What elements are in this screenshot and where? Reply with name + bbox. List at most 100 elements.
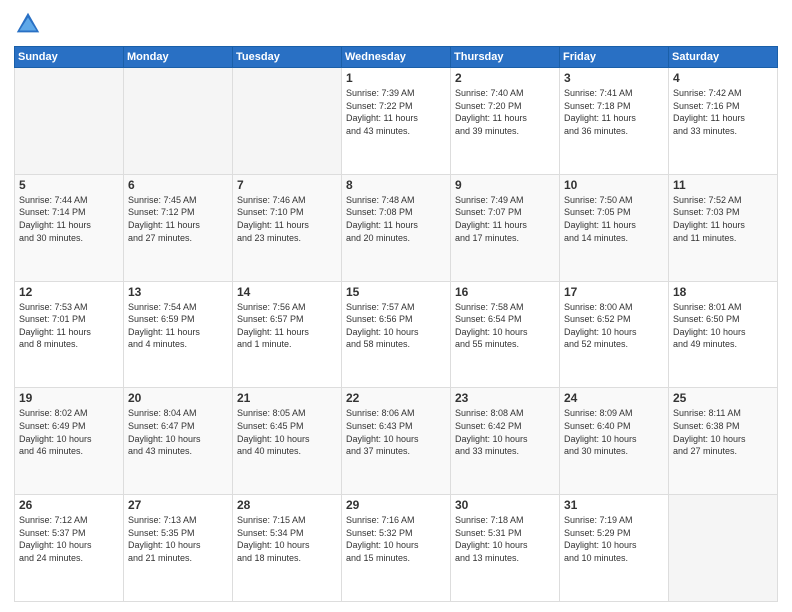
calendar-day-cell: 11 Sunrise: 7:52 AM Sunset: 7:03 PM Dayli…	[669, 174, 778, 281]
day-number: 27	[128, 498, 228, 512]
day-number: 31	[564, 498, 664, 512]
calendar-day-cell	[233, 68, 342, 175]
calendar-day-cell: 30 Sunrise: 7:18 AM Sunset: 5:31 PM Dayli…	[451, 495, 560, 602]
calendar-day-cell: 23Sunrise: 8:08 AM Sunset: 6:42 PM Dayli…	[451, 388, 560, 495]
day-number: 29	[346, 498, 446, 512]
day-info: Sunrise: 7:52 AM Sunset: 7:03 PM Dayligh…	[673, 194, 773, 244]
day-number: 21	[237, 391, 337, 405]
calendar-day-cell: 12 Sunrise: 7:53 AM Sunset: 7:01 PM Dayli…	[15, 281, 124, 388]
calendar-day-cell: 9 Sunrise: 7:49 AM Sunset: 7:07 PM Daylig…	[451, 174, 560, 281]
day-number: 25	[673, 391, 773, 405]
day-info: Sunrise: 7:58 AM Sunset: 6:54 PM Dayligh…	[455, 301, 555, 351]
day-number: 28	[237, 498, 337, 512]
calendar-day-cell: 6 Sunrise: 7:45 AM Sunset: 7:12 PM Daylig…	[124, 174, 233, 281]
day-number: 17	[564, 285, 664, 299]
calendar-day-cell: 15 Sunrise: 7:57 AM Sunset: 6:56 PM Dayli…	[342, 281, 451, 388]
day-info: Sunrise: 7:45 AM Sunset: 7:12 PM Dayligh…	[128, 194, 228, 244]
day-number: 13	[128, 285, 228, 299]
calendar-day-cell: 1 Sunrise: 7:39 AM Sunset: 7:22 PM Daylig…	[342, 68, 451, 175]
day-info: Sunrise: 7:16 AM Sunset: 5:32 PM Dayligh…	[346, 514, 446, 564]
calendar-day-cell	[15, 68, 124, 175]
day-number: 11	[673, 178, 773, 192]
calendar-day-cell: 29 Sunrise: 7:16 AM Sunset: 5:32 PM Dayli…	[342, 495, 451, 602]
calendar-day-cell: 14Sunrise: 7:56 AM Sunset: 6:57 PM Dayli…	[233, 281, 342, 388]
day-number: 30	[455, 498, 555, 512]
calendar-week-row: 5 Sunrise: 7:44 AM Sunset: 7:14 PM Daylig…	[15, 174, 778, 281]
day-number: 8	[346, 178, 446, 192]
day-number: 24	[564, 391, 664, 405]
day-info: Sunrise: 7:42 AM Sunset: 7:16 PM Dayligh…	[673, 87, 773, 137]
day-info: Sunrise: 7:53 AM Sunset: 7:01 PM Dayligh…	[19, 301, 119, 351]
day-info: Sunrise: 7:54 AM Sunset: 6:59 PM Dayligh…	[128, 301, 228, 351]
day-info: Sunrise: 8:02 AM Sunset: 6:49 PM Dayligh…	[19, 407, 119, 457]
calendar-day-cell: 10Sunrise: 7:50 AM Sunset: 7:05 PM Dayli…	[560, 174, 669, 281]
day-info: Sunrise: 8:08 AM Sunset: 6:42 PM Dayligh…	[455, 407, 555, 457]
day-number: 20	[128, 391, 228, 405]
day-info: Sunrise: 8:00 AM Sunset: 6:52 PM Dayligh…	[564, 301, 664, 351]
calendar-day-cell: 21 Sunrise: 8:05 AM Sunset: 6:45 PM Dayli…	[233, 388, 342, 495]
calendar-day-cell: 26 Sunrise: 7:12 AM Sunset: 5:37 PM Dayli…	[15, 495, 124, 602]
day-info: Sunrise: 7:19 AM Sunset: 5:29 PM Dayligh…	[564, 514, 664, 564]
day-number: 2	[455, 71, 555, 85]
day-number: 16	[455, 285, 555, 299]
calendar-day-cell: 17 Sunrise: 8:00 AM Sunset: 6:52 PM Dayli…	[560, 281, 669, 388]
day-info: Sunrise: 7:56 AM Sunset: 6:57 PM Dayligh…	[237, 301, 337, 351]
calendar-day-cell: 22Sunrise: 8:06 AM Sunset: 6:43 PM Dayli…	[342, 388, 451, 495]
day-number: 3	[564, 71, 664, 85]
day-number: 12	[19, 285, 119, 299]
page-container: SundayMondayTuesdayWednesdayThursdayFrid…	[0, 0, 792, 612]
day-info: Sunrise: 7:39 AM Sunset: 7:22 PM Dayligh…	[346, 87, 446, 137]
day-number: 1	[346, 71, 446, 85]
day-info: Sunrise: 8:05 AM Sunset: 6:45 PM Dayligh…	[237, 407, 337, 457]
day-info: Sunrise: 8:09 AM Sunset: 6:40 PM Dayligh…	[564, 407, 664, 457]
page-header	[14, 10, 778, 38]
day-number: 5	[19, 178, 119, 192]
calendar-header-row: SundayMondayTuesdayWednesdayThursdayFrid…	[15, 47, 778, 68]
calendar-day-cell: 27 Sunrise: 7:13 AM Sunset: 5:35 PM Dayli…	[124, 495, 233, 602]
day-header-saturday: Saturday	[669, 47, 778, 68]
calendar-day-cell: 24 Sunrise: 8:09 AM Sunset: 6:40 PM Dayli…	[560, 388, 669, 495]
day-header-sunday: Sunday	[15, 47, 124, 68]
day-info: Sunrise: 8:01 AM Sunset: 6:50 PM Dayligh…	[673, 301, 773, 351]
calendar-day-cell: 20 Sunrise: 8:04 AM Sunset: 6:47 PM Dayli…	[124, 388, 233, 495]
calendar-day-cell: 16 Sunrise: 7:58 AM Sunset: 6:54 PM Dayli…	[451, 281, 560, 388]
day-info: Sunrise: 7:40 AM Sunset: 7:20 PM Dayligh…	[455, 87, 555, 137]
calendar-day-cell: 19Sunrise: 8:02 AM Sunset: 6:49 PM Dayli…	[15, 388, 124, 495]
day-info: Sunrise: 7:44 AM Sunset: 7:14 PM Dayligh…	[19, 194, 119, 244]
day-info: Sunrise: 7:13 AM Sunset: 5:35 PM Dayligh…	[128, 514, 228, 564]
calendar-day-cell: 13 Sunrise: 7:54 AM Sunset: 6:59 PM Dayli…	[124, 281, 233, 388]
day-number: 15	[346, 285, 446, 299]
day-info: Sunrise: 7:12 AM Sunset: 5:37 PM Dayligh…	[19, 514, 119, 564]
calendar-day-cell: 28Sunrise: 7:15 AM Sunset: 5:34 PM Dayli…	[233, 495, 342, 602]
calendar-day-cell: 31 Sunrise: 7:19 AM Sunset: 5:29 PM Dayli…	[560, 495, 669, 602]
calendar-week-row: 19Sunrise: 8:02 AM Sunset: 6:49 PM Dayli…	[15, 388, 778, 495]
day-header-tuesday: Tuesday	[233, 47, 342, 68]
day-number: 10	[564, 178, 664, 192]
day-header-monday: Monday	[124, 47, 233, 68]
logo-icon	[14, 10, 42, 38]
day-number: 9	[455, 178, 555, 192]
calendar-day-cell: 7Sunrise: 7:46 AM Sunset: 7:10 PM Daylig…	[233, 174, 342, 281]
calendar-week-row: 26 Sunrise: 7:12 AM Sunset: 5:37 PM Dayli…	[15, 495, 778, 602]
calendar-day-cell: 8Sunrise: 7:48 AM Sunset: 7:08 PM Daylig…	[342, 174, 451, 281]
day-header-friday: Friday	[560, 47, 669, 68]
day-number: 6	[128, 178, 228, 192]
day-info: Sunrise: 7:49 AM Sunset: 7:07 PM Dayligh…	[455, 194, 555, 244]
calendar-week-row: 12 Sunrise: 7:53 AM Sunset: 7:01 PM Dayli…	[15, 281, 778, 388]
day-info: Sunrise: 7:57 AM Sunset: 6:56 PM Dayligh…	[346, 301, 446, 351]
calendar-week-row: 1 Sunrise: 7:39 AM Sunset: 7:22 PM Daylig…	[15, 68, 778, 175]
day-header-thursday: Thursday	[451, 47, 560, 68]
calendar-day-cell: 5 Sunrise: 7:44 AM Sunset: 7:14 PM Daylig…	[15, 174, 124, 281]
day-info: Sunrise: 8:11 AM Sunset: 6:38 PM Dayligh…	[673, 407, 773, 457]
calendar-day-cell: 25 Sunrise: 8:11 AM Sunset: 6:38 PM Dayli…	[669, 388, 778, 495]
day-info: Sunrise: 8:04 AM Sunset: 6:47 PM Dayligh…	[128, 407, 228, 457]
day-header-wednesday: Wednesday	[342, 47, 451, 68]
calendar-day-cell: 18Sunrise: 8:01 AM Sunset: 6:50 PM Dayli…	[669, 281, 778, 388]
calendar-day-cell	[124, 68, 233, 175]
calendar-day-cell: 3Sunrise: 7:41 AM Sunset: 7:18 PM Daylig…	[560, 68, 669, 175]
day-info: Sunrise: 7:46 AM Sunset: 7:10 PM Dayligh…	[237, 194, 337, 244]
day-info: Sunrise: 7:18 AM Sunset: 5:31 PM Dayligh…	[455, 514, 555, 564]
calendar-day-cell: 2 Sunrise: 7:40 AM Sunset: 7:20 PM Daylig…	[451, 68, 560, 175]
day-number: 26	[19, 498, 119, 512]
calendar-day-cell: 4Sunrise: 7:42 AM Sunset: 7:16 PM Daylig…	[669, 68, 778, 175]
